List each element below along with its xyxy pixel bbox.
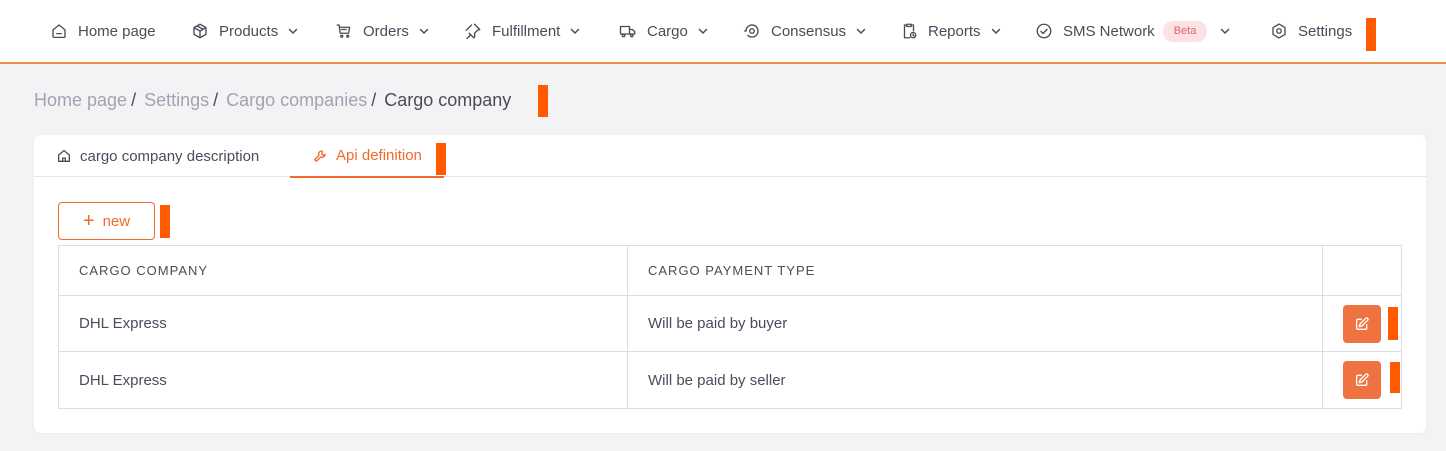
table-header-row: CARGO COMPANY CARGO PAYMENT TYPE bbox=[59, 246, 1401, 296]
cell-cargo-company: DHL Express bbox=[59, 296, 628, 351]
eye-icon bbox=[743, 22, 761, 40]
tab-api-definition[interactable]: Api definition bbox=[290, 135, 444, 178]
edit-icon bbox=[1356, 316, 1369, 330]
content-card: cargo company description Api definition… bbox=[34, 135, 1426, 433]
breadcrumb-current: Cargo company bbox=[384, 89, 512, 110]
nav-label: Fulfillment bbox=[492, 22, 561, 40]
chevron-down-icon bbox=[287, 25, 299, 37]
nav-label: Home page bbox=[78, 22, 156, 40]
new-button-label: new bbox=[102, 212, 131, 230]
cart-icon bbox=[335, 22, 353, 40]
highlight-marker bbox=[538, 85, 548, 117]
home-icon bbox=[50, 22, 68, 40]
top-navigation: Home page Products Orders Fulfillment Ca… bbox=[0, 0, 1446, 64]
table-row: DHL Express Will be paid by seller bbox=[59, 352, 1401, 408]
highlight-marker bbox=[1366, 18, 1376, 51]
tab-label: Api definition bbox=[336, 147, 422, 164]
chevron-down-icon bbox=[990, 25, 1002, 37]
breadcrumb: Home page / Settings / Cargo companies /… bbox=[34, 87, 511, 113]
nav-label: Cargo bbox=[647, 22, 688, 40]
column-header-cargo-company: CARGO COMPANY bbox=[59, 246, 628, 295]
highlight-marker bbox=[1388, 307, 1398, 340]
cell-cargo-company: DHL Express bbox=[59, 352, 628, 408]
cargo-api-table: CARGO COMPANY CARGO PAYMENT TYPE DHL Exp… bbox=[58, 245, 1402, 409]
breadcrumb-separator: / bbox=[371, 89, 377, 110]
tab-label: cargo company description bbox=[80, 147, 260, 165]
nav-item-reports[interactable]: Reports bbox=[900, 0, 1002, 62]
truck-icon bbox=[619, 22, 637, 40]
wrench-icon bbox=[312, 148, 328, 164]
chevron-down-icon bbox=[855, 25, 867, 37]
nav-item-orders[interactable]: Orders bbox=[335, 0, 430, 62]
plus-icon: + bbox=[82, 210, 95, 232]
nav-item-sms-network[interactable]: SMS Network Beta bbox=[1035, 0, 1231, 62]
tab-bar: cargo company description Api definition bbox=[34, 135, 1426, 178]
cell-payment-type: Will be paid by seller bbox=[628, 352, 1323, 408]
tab-cargo-company-description[interactable]: cargo company description bbox=[56, 135, 259, 177]
pin-icon bbox=[464, 22, 482, 40]
beta-badge: Beta bbox=[1162, 20, 1208, 42]
highlight-marker bbox=[160, 205, 170, 238]
chevron-down-icon bbox=[569, 25, 581, 37]
table-row: DHL Express Will be paid by buyer bbox=[59, 296, 1401, 352]
report-icon bbox=[900, 22, 918, 40]
nav-label: Consensus bbox=[771, 22, 847, 40]
nav-item-settings[interactable]: Settings bbox=[1270, 0, 1352, 62]
edit-button[interactable] bbox=[1343, 361, 1381, 399]
chevron-down-icon bbox=[418, 25, 430, 37]
box-icon bbox=[191, 22, 209, 40]
home-icon bbox=[56, 148, 72, 164]
new-button[interactable]: + new bbox=[58, 202, 155, 240]
nav-item-fulfillment[interactable]: Fulfillment bbox=[464, 0, 581, 62]
highlight-marker bbox=[436, 143, 446, 175]
breadcrumb-cargo-companies[interactable]: Cargo companies bbox=[226, 90, 367, 111]
nav-label: Reports bbox=[928, 22, 981, 40]
highlight-marker bbox=[1390, 362, 1400, 393]
edit-icon bbox=[1356, 373, 1369, 386]
chevron-down-icon bbox=[1219, 25, 1231, 37]
nav-item-home-page[interactable]: Home page bbox=[50, 0, 156, 62]
edit-button[interactable] bbox=[1343, 304, 1381, 343]
breadcrumb-settings[interactable]: Settings bbox=[144, 90, 209, 111]
nav-item-products[interactable]: Products bbox=[191, 0, 299, 62]
breadcrumb-home-page[interactable]: Home page bbox=[34, 90, 127, 111]
nav-item-consensus[interactable]: Consensus bbox=[743, 0, 867, 62]
column-header-cargo-payment-type: CARGO PAYMENT TYPE bbox=[628, 246, 1323, 295]
gear-icon bbox=[1270, 22, 1288, 40]
column-header-actions bbox=[1323, 246, 1401, 295]
cell-payment-type: Will be paid by buyer bbox=[628, 296, 1323, 351]
nav-label: Orders bbox=[363, 22, 409, 40]
nav-label: Products bbox=[219, 22, 279, 40]
nav-item-cargo[interactable]: Cargo bbox=[619, 0, 709, 62]
nav-label: Settings bbox=[1298, 22, 1353, 40]
breadcrumb-separator: / bbox=[213, 89, 219, 110]
check-circle-icon bbox=[1035, 22, 1053, 40]
chevron-down-icon bbox=[697, 25, 709, 37]
breadcrumb-separator: / bbox=[131, 89, 137, 110]
nav-label: SMS Network bbox=[1063, 22, 1155, 40]
